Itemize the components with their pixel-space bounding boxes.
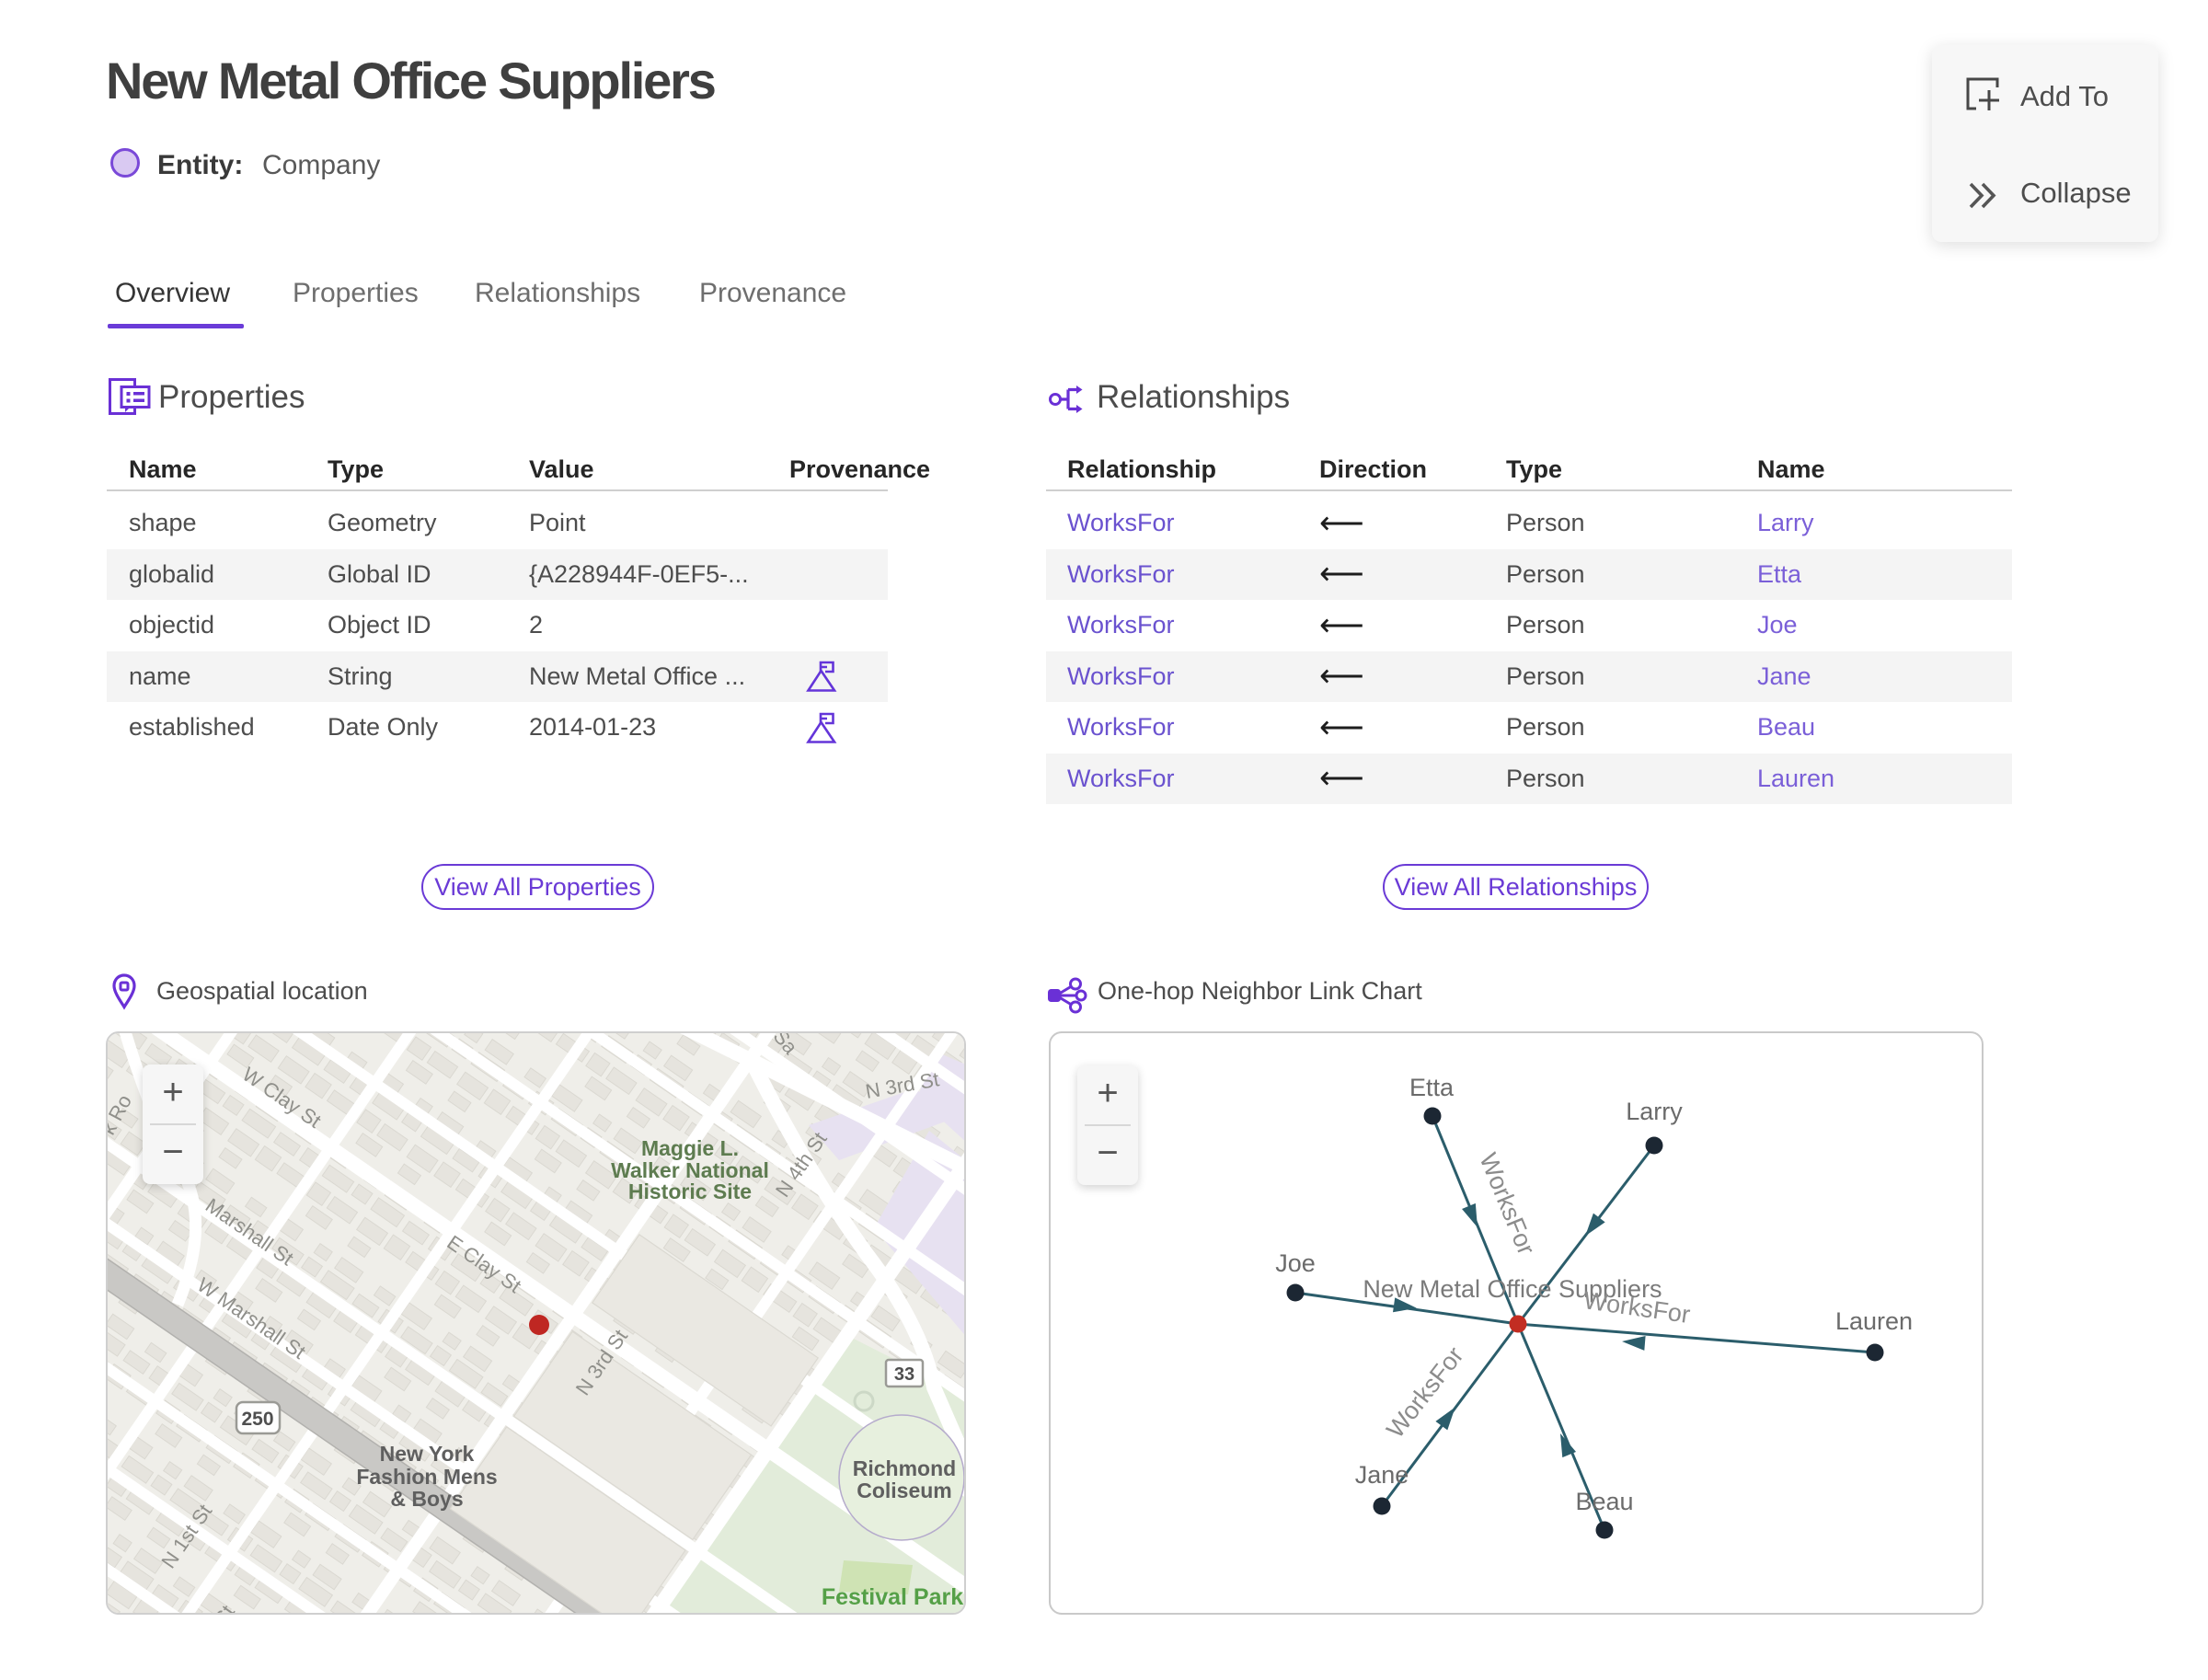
svg-text:Maggie L.: Maggie L. — [641, 1136, 739, 1160]
svg-text:Beau: Beau — [1575, 1488, 1633, 1515]
svg-text:Fashion Mens: Fashion Mens — [356, 1465, 497, 1489]
svg-text:WorksFor: WorksFor — [1581, 1286, 1692, 1329]
svg-text:250: 250 — [241, 1409, 273, 1430]
svg-text:& Boys: & Boys — [390, 1487, 463, 1511]
svg-text:Festival Park: Festival Park — [822, 1584, 963, 1610]
svg-text:New York: New York — [380, 1442, 475, 1466]
svg-text:Etta: Etta — [1409, 1074, 1455, 1101]
svg-text:Joe: Joe — [1275, 1249, 1316, 1277]
svg-text:Larry: Larry — [1626, 1098, 1683, 1125]
svg-text:Coliseum: Coliseum — [857, 1479, 952, 1502]
svg-text:WorksFor: WorksFor — [1381, 1341, 1468, 1443]
svg-text:Historic Site: Historic Site — [628, 1179, 752, 1203]
svg-text:Jane: Jane — [1355, 1461, 1409, 1489]
svg-text:33: 33 — [894, 1364, 914, 1385]
svg-text:Richmond: Richmond — [853, 1456, 956, 1480]
svg-text:Lauren: Lauren — [1835, 1307, 1913, 1335]
